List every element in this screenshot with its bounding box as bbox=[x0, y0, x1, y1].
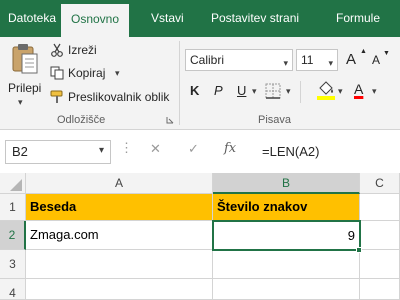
more-icon: ⋮ bbox=[120, 140, 133, 155]
cell-b4[interactable] bbox=[213, 279, 360, 300]
shrink-font-button[interactable]: A bbox=[372, 53, 380, 67]
select-all-corner[interactable] bbox=[0, 173, 26, 194]
ribbon-tab-bar: Datoteka Osnovno Vstavi Postavitev stran… bbox=[0, 0, 400, 37]
tab-page-layout[interactable]: Postavitev strani bbox=[211, 0, 299, 37]
ribbon: Prilepi ▾ Izreži Kopiraj ▾ Preslikovalni… bbox=[0, 37, 400, 130]
copy-label: Kopiraj bbox=[68, 66, 106, 80]
tab-formulas[interactable]: Formule bbox=[336, 0, 380, 37]
paste-label: Prilepi bbox=[8, 81, 42, 95]
column-header-a[interactable]: A bbox=[26, 173, 213, 194]
cell-a2[interactable]: Zmaga.com bbox=[26, 221, 213, 250]
font-name-value: Calibri bbox=[190, 53, 225, 67]
copy-icon bbox=[50, 66, 64, 80]
cell-c1[interactable] bbox=[360, 194, 400, 221]
borders-icon[interactable] bbox=[264, 82, 282, 100]
insert-function-icon[interactable]: fx bbox=[224, 141, 236, 156]
name-box-dropdown-icon[interactable]: ▾ bbox=[99, 145, 104, 156]
fill-handle[interactable] bbox=[356, 247, 362, 253]
column-header-b[interactable]: B bbox=[213, 173, 360, 194]
font-name-select[interactable]: Calibri ▾ bbox=[185, 49, 293, 71]
name-box[interactable]: B2 bbox=[5, 140, 111, 164]
tab-insert[interactable]: Vstavi bbox=[151, 0, 184, 37]
dialog-launcher-icon[interactable] bbox=[166, 116, 174, 124]
italic-button[interactable]: P bbox=[214, 83, 223, 98]
formula-input[interactable]: =LEN(A2) bbox=[258, 140, 400, 164]
tab-file[interactable]: Datoteka bbox=[8, 0, 56, 37]
grow-font-caret-icon: ▲ bbox=[360, 48, 367, 55]
chevron-down-icon: ▾ bbox=[328, 58, 333, 68]
font-color-dropdown-icon[interactable]: ▾ bbox=[372, 86, 377, 97]
grow-font-button[interactable]: A bbox=[346, 51, 356, 68]
cell-a3[interactable] bbox=[26, 250, 213, 279]
cell-c3[interactable] bbox=[360, 250, 400, 279]
format-painter-icon bbox=[50, 90, 63, 103]
select-all-icon bbox=[10, 179, 22, 191]
fill-color-icon[interactable] bbox=[316, 79, 336, 101]
borders-dropdown-icon[interactable]: ▾ bbox=[286, 86, 291, 97]
column-header-c[interactable]: C bbox=[360, 173, 400, 194]
row-header-4[interactable]: 4 bbox=[0, 279, 26, 300]
tab-home[interactable]: Osnovno bbox=[61, 4, 130, 37]
formula-bar: B2 ▾ ⋮ ✕ ✓ fx =LEN(A2) bbox=[0, 131, 400, 171]
row-header-1[interactable]: 1 bbox=[0, 194, 26, 221]
cancel-icon[interactable]: ✕ bbox=[150, 141, 161, 157]
paste-icon bbox=[12, 44, 38, 74]
copy-dropdown-icon[interactable]: ▾ bbox=[115, 68, 120, 79]
font-size-select[interactable]: 11 ▾ bbox=[296, 49, 338, 71]
cell-b1[interactable]: Število znakov bbox=[213, 194, 360, 221]
scissors-icon bbox=[51, 43, 63, 57]
font-group-label: Pisava bbox=[258, 114, 292, 126]
cell-b3[interactable] bbox=[213, 250, 360, 279]
cell-c2[interactable] bbox=[360, 221, 400, 250]
font-color-icon: A bbox=[354, 81, 364, 97]
cell-b2[interactable]: 9 bbox=[212, 220, 361, 251]
font-divider bbox=[300, 81, 301, 103]
cut-label: Izreži bbox=[68, 43, 97, 57]
cell-c4[interactable] bbox=[360, 279, 400, 300]
cell-a1[interactable]: Beseda bbox=[26, 194, 213, 221]
underline-dropdown-icon[interactable]: ▾ bbox=[252, 86, 257, 97]
bold-button[interactable]: K bbox=[190, 83, 199, 98]
row-header-2[interactable]: 2 bbox=[0, 221, 26, 250]
enter-icon[interactable]: ✓ bbox=[188, 141, 199, 157]
row-header-3[interactable]: 3 bbox=[0, 250, 26, 279]
shrink-font-caret-icon: ▼ bbox=[383, 50, 390, 57]
clipboard-group-label: Odložišče bbox=[57, 114, 106, 126]
cell-a4[interactable] bbox=[26, 279, 213, 300]
format-painter-label: Preslikovalnik oblik bbox=[68, 90, 170, 104]
font-size-value: 11 bbox=[301, 53, 314, 67]
group-divider bbox=[179, 41, 180, 125]
fill-color-dropdown-icon[interactable]: ▾ bbox=[338, 86, 343, 97]
worksheet-grid: A B C 1 2 3 4 Beseda Število znakov Zmag… bbox=[0, 173, 400, 300]
underline-button[interactable]: U bbox=[237, 83, 246, 98]
paste-dropdown-icon[interactable]: ▾ bbox=[18, 97, 23, 108]
chevron-down-icon: ▾ bbox=[283, 58, 288, 68]
